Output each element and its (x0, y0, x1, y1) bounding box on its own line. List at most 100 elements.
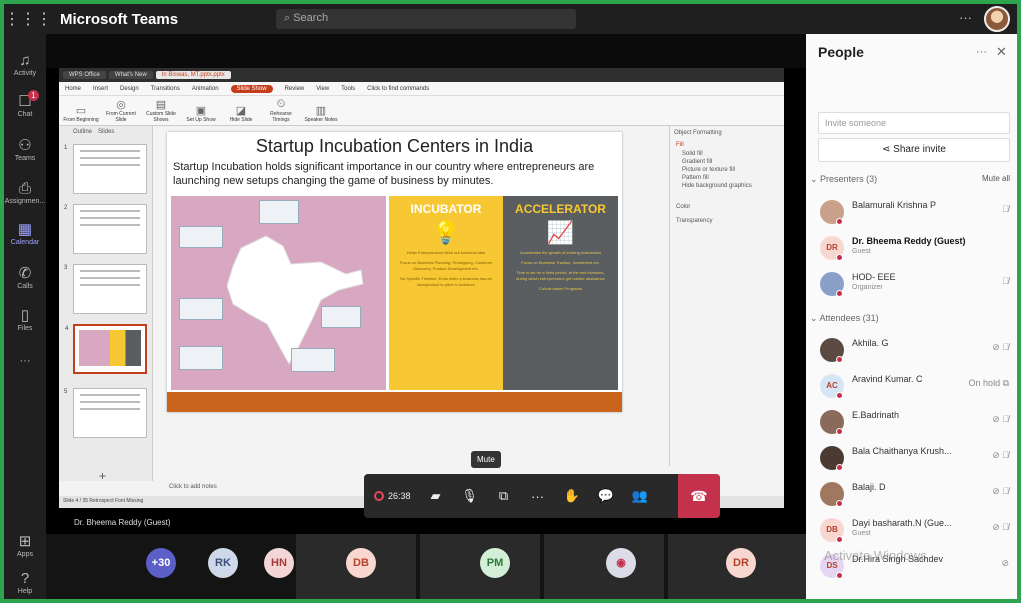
menu-animation[interactable]: Animation (192, 86, 219, 92)
call-controls: 26:38 ▰ 🎙 ⧉ ··· ✋ 💬 👥 ☎ (364, 474, 720, 518)
person-name: Aravind Kumar. C (852, 374, 923, 384)
rail-files[interactable]: ▯ Files (4, 306, 46, 332)
presence-dot (836, 392, 843, 399)
rail-calls[interactable]: ✆ Calls (4, 264, 46, 290)
user-avatar[interactable] (984, 6, 1010, 32)
people-more-icon[interactable]: ··· (976, 46, 987, 58)
menu-slide-show[interactable]: Slide Show (230, 84, 273, 93)
more-actions-icon[interactable]: ··· (521, 489, 555, 504)
chat-toggle-icon[interactable]: 💬 (589, 488, 623, 504)
camera-off-icon[interactable]: ▰ (419, 488, 453, 504)
slide-thumbnail[interactable]: 3 (64, 264, 147, 314)
files-icon: ▯ (20, 307, 30, 324)
ppt-menubar: Home Insert Design Transitions Animation… (59, 82, 784, 96)
mic-off-icon[interactable]: 🎙 (453, 488, 487, 504)
fill-option[interactable]: Gradient fill (670, 158, 784, 166)
share-invite-button[interactable]: ⋖ Share invite (818, 138, 1010, 162)
thumb-number: 5 (64, 389, 68, 395)
participant-avatar[interactable]: +30 (146, 548, 176, 578)
ribbon-hide-slide[interactable]: ◪ Hide Slide (223, 104, 259, 123)
menu-transitions[interactable]: Transitions (151, 86, 180, 92)
menu-insert[interactable]: Insert (93, 86, 108, 92)
rail-apps[interactable]: ⊞ Apps (4, 532, 46, 558)
invite-input[interactable]: Invite someone (818, 112, 1010, 134)
slide-thumbnail-selected[interactable]: 4 (65, 324, 147, 374)
rail-activity[interactable]: ♫ Activity (4, 52, 46, 77)
rail-assignments[interactable]: ⎙ Assignmen... (4, 180, 46, 205)
participant-avatar[interactable]: PM (480, 548, 510, 578)
participants-icon[interactable]: 👥 (623, 488, 657, 504)
participant-avatar[interactable]: DR (726, 548, 756, 578)
ribbon-set-up-show[interactable]: ▣ Set Up Show (183, 104, 219, 123)
raise-hand-icon[interactable]: ✋ (555, 488, 589, 504)
attendees-header[interactable]: ⌄ Attendees (31) (810, 313, 879, 324)
mute-all-button[interactable]: Mute all (982, 174, 1010, 183)
presenter-row[interactable]: DR Dr. Bheema Reddy (Guest) Guest (820, 234, 1015, 264)
rail-teams[interactable]: ⚇ Teams (4, 136, 46, 162)
rail-more[interactable]: ··· (4, 354, 46, 367)
ppt-tab[interactable]: What's New (108, 71, 153, 79)
map-callout (321, 306, 361, 328)
search-box[interactable]: ⌕ Search (276, 9, 576, 29)
tab-slides[interactable]: Slides (98, 129, 114, 135)
ribbon-speaker-notes[interactable]: ▥ Speaker Notes (303, 104, 339, 123)
slide-thumbnail[interactable]: 1 (64, 144, 147, 194)
stage-top-strip (46, 34, 806, 68)
app-launcher-icon[interactable]: ⋮⋮⋮ (4, 9, 52, 29)
participant-avatar[interactable]: HN (264, 548, 294, 578)
attendee-row[interactable]: Bala Chaithanya Krush... ⊘ 🎙̸ (820, 444, 1015, 474)
fill-option[interactable]: Hide background graphics (670, 182, 784, 190)
rail-help[interactable]: ? Help (4, 570, 46, 595)
ribbon-rehearse[interactable]: ⏲ Rehearse Timings (263, 98, 299, 123)
menu-view[interactable]: View (316, 86, 329, 92)
slide-thumbnail[interactable]: 5 (64, 388, 147, 438)
attendee-row[interactable]: Akhila. G ⊘ 🎙̸ (820, 336, 1015, 366)
presenter-row[interactable]: Balamurali Krishna P 🎙̸ (820, 198, 1015, 228)
close-icon[interactable]: ✕ (996, 44, 1007, 60)
ppt-tab-active[interactable]: In Biswas, MT.pptx.pptx (155, 71, 231, 79)
attendees-label: Attendees (31) (819, 313, 879, 323)
help-icon: ? (20, 570, 30, 587)
people-title: People (818, 44, 864, 60)
attendee-row[interactable]: Balaji. D ⊘ 🎙̸ (820, 480, 1015, 510)
add-slide-icon[interactable]: + (99, 469, 106, 483)
recording-indicator-icon (374, 491, 384, 501)
participant-tile[interactable] (544, 534, 664, 599)
share-screen-icon[interactable]: ⧉ (487, 488, 521, 504)
rail-chat[interactable]: ☐ 1 Chat (4, 90, 46, 118)
menu-review[interactable]: Review (285, 86, 305, 92)
person-role: Guest (852, 248, 871, 255)
transparency-label: Transparency (676, 218, 713, 224)
rail-calendar[interactable]: ▦ Calendar (4, 220, 46, 246)
rail-label: Assignmen... (4, 198, 46, 205)
fill-option[interactable]: Pattern fill (670, 174, 784, 182)
participant-avatar[interactable]: DB (346, 548, 376, 578)
thumb-number: 3 (64, 265, 68, 271)
fill-option[interactable]: Picture or texture fill (670, 166, 784, 174)
hang-up-button[interactable]: ☎ (678, 474, 720, 518)
presenter-name: Dr. Bheema Reddy (Guest) (74, 518, 171, 527)
participant-avatar[interactable]: ◉ (606, 548, 636, 578)
ribbon-label: Set Up Show (186, 117, 216, 123)
ribbon-from-beginning[interactable]: ▭ From Beginning (63, 104, 99, 123)
participant-avatar[interactable]: RK (208, 548, 238, 578)
tab-outline[interactable]: Outline (73, 129, 92, 135)
fill-option[interactable]: Solid fill (670, 150, 784, 158)
menu-design[interactable]: Design (120, 86, 139, 92)
ppt-tab[interactable]: WPS Office (63, 71, 106, 79)
more-options-icon[interactable]: ··· (959, 10, 972, 25)
presenter-row[interactable]: HOD- EEE Organizer 🎙̸ (820, 270, 1015, 300)
ribbon-custom-show[interactable]: ▤ Custom Slide Shows (143, 98, 179, 123)
menu-tools[interactable]: Tools (341, 86, 355, 92)
bell-icon: ♫ (19, 52, 31, 69)
attendee-row[interactable]: E.Badrinath ⊘ 🎙̸ (820, 408, 1015, 438)
presenters-header[interactable]: ⌄ Presenters (3) (810, 174, 877, 185)
slide-thumbnail[interactable]: 2 (64, 204, 147, 254)
menu-home[interactable]: Home (65, 86, 81, 92)
media-status-icon: ⊘ 🎙̸ (992, 486, 1009, 496)
attendee-row[interactable]: AC Aravind Kumar. C On hold ⧉ (820, 372, 1015, 402)
attendee-row[interactable]: DB Dayi basharath.N (Gue... Guest ⊘ 🎙̸ (820, 516, 1015, 546)
play-icon: ▭ (75, 105, 87, 117)
ribbon-from-current[interactable]: ◎ From Current Slide (103, 98, 139, 123)
command-search[interactable]: Click to find commands (367, 86, 429, 92)
